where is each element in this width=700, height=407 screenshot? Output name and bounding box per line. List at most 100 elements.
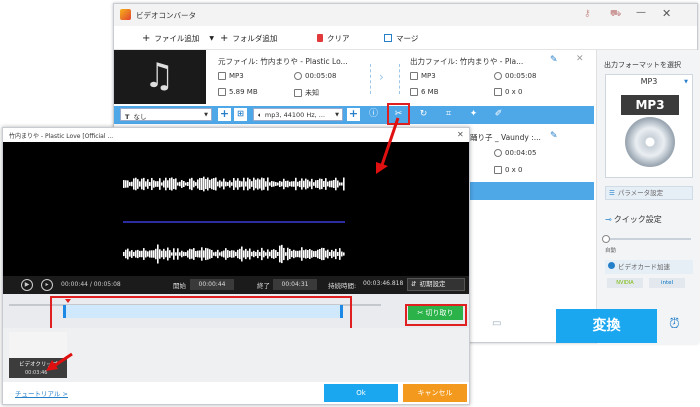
waveform-bar [249,248,251,260]
waveform-bar [287,180,289,188]
waveform-bar [171,252,173,256]
waveform-bar [217,181,219,187]
waveform-bar [337,180,339,188]
close-button[interactable]: ✕ [662,7,671,20]
alarm-clock-icon[interactable]: ⏰︎ [669,316,680,332]
parameter-settings-button[interactable]: ☰ パラメータ設定 [605,186,693,200]
editor-close-button[interactable]: ✕ [457,130,464,139]
waveform-bar [337,252,339,256]
waveform-bar [197,179,199,189]
waveform-bar [341,182,343,186]
waveform-bar [321,178,323,190]
edit-pencil-icon[interactable]: ✎ [550,55,558,65]
cart-icon[interactable]: ⛟ [610,9,621,20]
reset-button[interactable]: ⇵ 初期設定 [407,278,465,291]
play-icon[interactable]: ▶ [21,279,33,291]
effect-wand-icon[interactable]: ✦ [468,109,479,120]
waveform-bar [303,250,305,258]
next-frame-icon[interactable]: ▸ [41,279,53,291]
waveform-bar [311,178,313,190]
file-thumbnail[interactable]: ♫ [114,50,206,104]
plus-icon: + [220,32,229,44]
waveform-bar [331,180,333,188]
waveform-bar [185,182,187,186]
resolution-icon [494,166,502,174]
waveform-bar [177,248,179,260]
quality-slider[interactable] [602,235,691,243]
merge-label: マージ [396,33,419,43]
add-file-button[interactable]: + ファイル追加 ▼ [142,31,214,45]
select-format-label: 出力フォーマットを選択 [604,61,681,69]
cancel-button[interactable]: キャンセル [403,384,467,402]
waveform-bar [253,177,255,191]
format-card[interactable]: MP3 ▼ MP3 [605,74,693,178]
waveform-bar [243,177,245,191]
plus-icon: + [142,32,151,44]
waveform-bar [149,182,151,186]
waveform-bar [125,249,127,259]
waveform-bar [343,252,345,256]
chevron-down-icon: ▼ [684,79,688,85]
waveform-bar [327,249,329,259]
waveform-bar [161,250,163,258]
folder-icon[interactable]: ▭ [492,318,501,329]
convert-button[interactable]: 変換 [556,309,657,343]
waveform-bar [181,250,183,258]
preview-area [3,142,469,276]
info-icon[interactable]: ⓘ [368,109,379,120]
waveform-bar [209,179,211,189]
rotate-icon[interactable]: ↻ [418,109,429,120]
audio-track-select[interactable]: 🔈︎ mp3, 44100 Hz, ... ▼ [253,108,343,121]
clip-thumbnail[interactable]: ビデオクリップ 00:03:46 [9,332,67,378]
waveform-bar [231,182,233,186]
waveform-bar [177,182,179,186]
waveform-bar [223,250,225,258]
waveform-bar [187,181,189,187]
add-audio-button[interactable]: + [347,108,360,121]
tutorial-link[interactable]: チュートリアル > [15,388,68,398]
waveform-bar [153,250,155,258]
minimize-button[interactable]: — [636,7,646,18]
waveform-bar [215,251,217,257]
format-dropdown[interactable]: MP3 ▼ [606,75,692,89]
slider-handle[interactable] [602,235,610,243]
waveform-bar [317,249,319,259]
ok-button[interactable]: Ok [324,384,398,402]
intel-badge: intel [649,278,685,288]
close-icon[interactable]: ✕ [576,54,584,64]
waveform-bar [147,179,149,189]
subtitle-select[interactable]: T なし ▼ [120,108,212,121]
clip-list-area: ビデオクリップ 00:03:46 [3,328,469,382]
crop-icon[interactable]: ⌗ [443,109,454,120]
waveform-bar [335,248,337,260]
clip-time: 00:03:46 [25,370,48,376]
waveform-bar [217,249,219,259]
waveform-bar [339,248,341,260]
add-file-label: ファイル追加 [154,33,200,43]
waveform-bar [299,250,301,258]
source-resolution: 未知 [294,88,319,98]
waveform-bar [165,250,167,258]
subtitle-settings-button[interactable]: ⊞ [234,108,247,121]
key-icon[interactable]: ⚷ [584,9,591,19]
waveform-bar [279,180,281,188]
waveform-bar [265,252,267,256]
gpu-accel-toggle[interactable]: ビデオカード加速 [605,260,693,274]
merge-icon [384,34,392,42]
waveform-bar [205,247,207,261]
waveform-bar [161,182,163,186]
chevron-down-icon[interactable]: ▼ [209,35,214,42]
merge-button[interactable]: マージ [384,31,418,45]
start-time-field[interactable]: 00:00:44 [190,279,234,290]
waveform-bar [339,182,341,186]
waveform-bar [207,248,209,260]
waveform-bar [135,177,137,191]
clear-button[interactable]: クリア [317,31,350,45]
edit-pencil-icon[interactable]: ✎ [550,131,558,141]
waveform-bar [151,250,153,258]
add-subtitle-button[interactable]: + [218,108,231,121]
end-time-field[interactable]: 00:04:31 [273,279,317,290]
add-folder-button[interactable]: + フォルダ追加 [220,31,277,45]
waveform-bar [169,178,171,190]
watermark-icon[interactable]: ✐ [493,109,504,120]
